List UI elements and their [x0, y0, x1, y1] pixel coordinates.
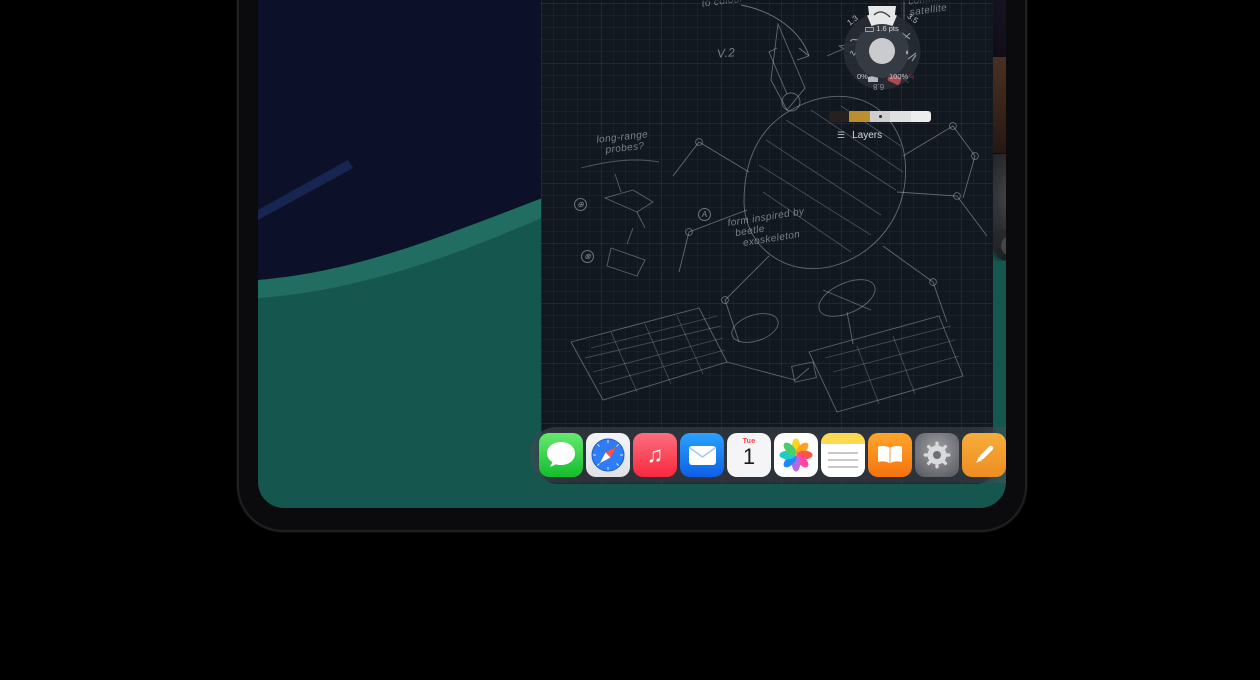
source-dim-overlay: [993, 0, 1006, 261]
app-photos[interactable]: [774, 433, 818, 477]
opacity-max-label: 100%: [889, 72, 908, 81]
swatch-gold[interactable]: [849, 111, 869, 122]
annotation-mark-plus: ⊕: [574, 198, 587, 211]
app-safari[interactable]: [586, 433, 630, 477]
marketing-stage: conceptto colour commssatellite V.2 long…: [0, 0, 1260, 680]
photos-window: Months All: [993, 0, 1006, 261]
annotation-mark-x: ⊗: [581, 250, 594, 263]
concepts-window: conceptto colour commssatellite V.2 long…: [541, 0, 993, 484]
opacity-icon: ◐: [905, 47, 910, 57]
layers-label: Layers: [852, 130, 882, 141]
menu-icon: ☰: [837, 130, 845, 141]
opacity-min-label: 0%: [857, 72, 868, 81]
annotation-mark-a: A: [698, 208, 711, 221]
app-calendar[interactable]: Tue 1: [727, 433, 771, 477]
segment-months[interactable]: Months: [1001, 236, 1006, 256]
notes-header-band: [821, 433, 865, 444]
swatch-white[interactable]: [911, 111, 931, 122]
wheel-size-top: 1.6: [876, 0, 889, 8]
app-messages[interactable]: [539, 433, 583, 477]
dock: ♫ Tue 1: [530, 427, 1006, 483]
photos-bottom-bar: Months All: [993, 230, 1006, 261]
smoothing-icon: ∿: [849, 48, 857, 59]
tool-wheel[interactable]: 1.6 1.3 3.5 6.8 5.1 1.6 pts 0% 100% ∿ ◐: [841, 0, 923, 92]
app-notes[interactable]: [821, 433, 865, 477]
stroke-width-label: 1.6 pts: [855, 24, 909, 33]
envelope-icon: [689, 446, 716, 465]
color-swatch-strip[interactable]: [829, 111, 931, 122]
concepts-toolbar: Concepts_blue... 59% 90° PRO: [541, 0, 993, 2]
chat-bubble-icon: [539, 433, 583, 477]
layers-button[interactable]: ☰ Layers: [837, 130, 882, 141]
selected-swatch-dot: [879, 115, 882, 118]
annotation-version: V.2: [717, 47, 736, 60]
ipad-screen: conceptto colour commssatellite V.2 long…: [258, 0, 1006, 508]
music-note-icon: ♫: [647, 442, 664, 468]
app-drawing-pen[interactable]: [962, 433, 1006, 477]
app-settings[interactable]: [915, 433, 959, 477]
photos-flower-icon: [774, 433, 818, 477]
app-mail[interactable]: [680, 433, 724, 477]
swatch-light-grey[interactable]: [890, 111, 910, 122]
wheel-size-bottom: 6.8: [873, 82, 884, 91]
swatch-dark[interactable]: [829, 111, 849, 122]
app-music[interactable]: ♫: [633, 433, 677, 477]
open-book-icon: [877, 445, 903, 465]
calendar-day: 1: [727, 444, 771, 470]
pen-icon: [969, 440, 999, 470]
swatch-grey-selected[interactable]: [870, 111, 890, 122]
compass-icon: [586, 433, 630, 477]
gear-icon: [922, 440, 952, 470]
app-books[interactable]: [868, 433, 912, 477]
